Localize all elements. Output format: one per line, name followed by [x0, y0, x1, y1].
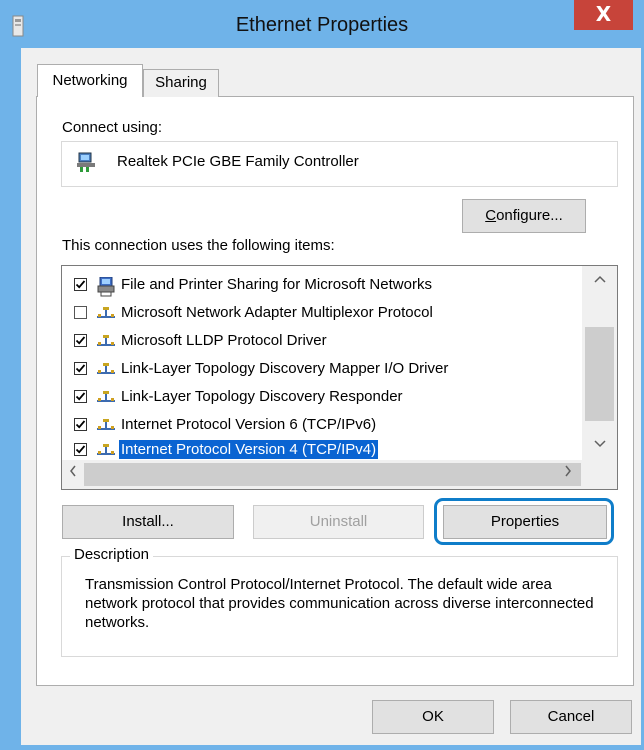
scroll-up-arrow-icon[interactable] [582, 272, 617, 298]
list-item[interactable]: Microsoft LLDP Protocol Driver [62, 327, 582, 355]
description-label: Description [70, 546, 154, 564]
list-item[interactable]: Internet Protocol Version 6 (TCP/IPv6) [62, 411, 582, 439]
checkbox[interactable] [74, 306, 87, 319]
configure-label: onfigure... [496, 207, 563, 224]
uninstall-button[interactable]: Uninstall [253, 505, 424, 539]
list-item-label: Link-Layer Topology Discovery Mapper I/O… [121, 360, 449, 377]
network-protocol-icon [96, 333, 116, 349]
network-adapter-icon [76, 151, 98, 173]
network-protocol-icon [96, 389, 116, 405]
checkbox[interactable] [74, 278, 87, 291]
connect-using-label: Connect using: [62, 119, 163, 136]
list-item-label: Microsoft LLDP Protocol Driver [121, 332, 327, 349]
list-item-label: Microsoft Network Adapter Multiplexor Pr… [121, 304, 433, 321]
scroll-down-arrow-icon[interactable] [582, 437, 617, 459]
close-button[interactable]: X [574, 0, 633, 30]
list-item[interactable]: Microsoft Network Adapter Multiplexor Pr… [62, 299, 582, 327]
vertical-scroll-thumb[interactable] [585, 327, 614, 421]
checkbox[interactable] [74, 390, 87, 403]
list-item[interactable]: Link-Layer Topology Discovery Responder [62, 383, 582, 411]
adapter-name: Realtek PCIe GBE Family Controller [117, 153, 359, 170]
list-item[interactable]: Link-Layer Topology Discovery Mapper I/O… [62, 355, 582, 383]
list-item-label: Link-Layer Topology Discovery Responder [121, 388, 403, 405]
list-item[interactable]: File and Printer Sharing for Microsoft N… [62, 271, 582, 299]
properties-button[interactable]: Properties [443, 505, 607, 539]
cancel-button[interactable]: Cancel [510, 700, 632, 734]
list-item-label: File and Printer Sharing for Microsoft N… [121, 276, 432, 293]
checkbox[interactable] [74, 418, 87, 431]
scroll-right-arrow-icon[interactable] [557, 463, 579, 485]
list-item-label: Internet Protocol Version 6 (TCP/IPv6) [121, 416, 377, 433]
network-protocol-icon [96, 417, 116, 433]
install-button[interactable]: Install... [62, 505, 234, 539]
horizontal-scroll-thumb[interactable] [84, 463, 581, 486]
configure-button[interactable]: Configure... [462, 199, 586, 233]
window-title: Ethernet Properties [235, 14, 409, 36]
list-item-label: Internet Protocol Version 4 (TCP/IPv4) [119, 440, 379, 459]
ok-button[interactable]: OK [372, 700, 494, 734]
printer-share-icon [96, 276, 116, 297]
items-label: This connection uses the following items… [62, 237, 335, 254]
network-protocol-icon [96, 305, 116, 321]
checkbox[interactable] [74, 443, 87, 456]
tab-sharing[interactable]: Sharing [143, 69, 219, 97]
description-text: Transmission Control Protocol/Internet P… [85, 576, 594, 631]
network-protocol-icon [96, 442, 116, 458]
checkbox[interactable] [74, 362, 87, 375]
scroll-left-arrow-icon[interactable] [62, 463, 84, 485]
tab-networking[interactable]: Networking [37, 64, 143, 97]
checkbox[interactable] [74, 334, 87, 347]
configure-accesskey: C [485, 207, 497, 224]
network-protocol-icon [96, 361, 116, 377]
